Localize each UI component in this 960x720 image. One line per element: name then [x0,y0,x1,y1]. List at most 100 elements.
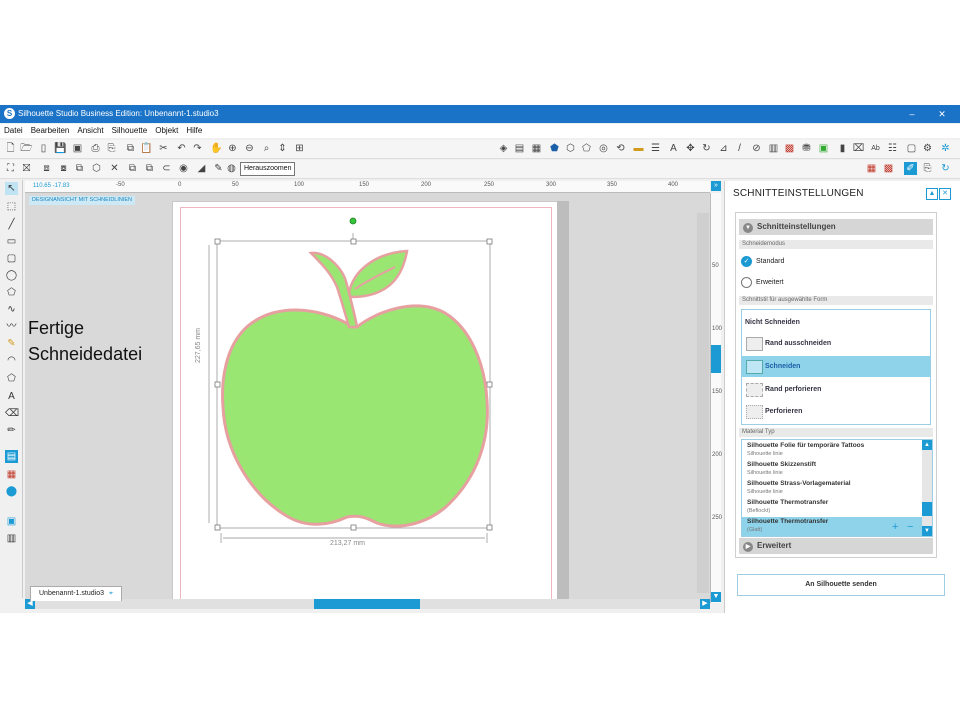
modify-icon[interactable]: ◎ [597,142,610,155]
material-item[interactable]: Silhouette Thermotransfer (Beflockt) [742,498,922,517]
material-scroll-down-icon[interactable]: ▼ [922,526,932,536]
menu-datei[interactable]: Datei [0,124,27,135]
pan-hand-icon[interactable]: ✋ [210,142,223,155]
line-tool-icon[interactable]: ╱ [5,218,18,231]
zoom-out-icon[interactable]: ⊖ [243,142,256,155]
horizontal-scrollbar[interactable]: ◀ ▶ [25,599,710,609]
select-all-icon[interactable]: ⛶ [4,162,17,175]
store-panel-icon[interactable]: ▦ [5,468,18,481]
add-material-button[interactable]: + [892,522,898,533]
standard-radio[interactable]: ✓ [741,256,752,267]
fill-icon[interactable]: ◈ [497,142,510,155]
texture-icon[interactable]: ◍ [225,162,238,175]
resize-handle[interactable] [486,524,493,531]
deselect-icon[interactable]: ⛝ [20,162,33,175]
grid-panel-icon[interactable]: ▥ [5,532,18,545]
weld-icon[interactable]: ⊂ [160,162,173,175]
new-page-icon[interactable]: ▯ [37,142,50,155]
ellipse-tool-icon[interactable]: ◯ [5,269,18,282]
library-icon[interactable]: ▩ [783,142,796,155]
rotate-icon[interactable]: ↻ [700,142,713,155]
offset-icon[interactable]: ⬡ [564,142,577,155]
scroll-right-icon[interactable]: ▶ [700,599,710,609]
cut-settings-icon[interactable]: ⌧ [852,142,865,155]
scroll-down-icon[interactable]: ▼ [711,592,721,602]
polygon-tool-icon[interactable]: ⬠ [5,286,18,299]
material-scrollbar[interactable]: ▲ ▼ [922,440,932,536]
menu-objekt[interactable]: Objekt [151,124,182,135]
material-item[interactable]: Silhouette Folie für temporäre Tattoos S… [742,441,922,460]
apple-leaf[interactable] [347,249,409,299]
knife-tool-left-icon[interactable]: ✏ [5,424,18,437]
rectangle-tool-icon[interactable]: ▭ [5,235,18,248]
apple-artwork[interactable] [25,193,710,599]
cloud-panel-icon[interactable]: ⬤ [5,485,18,498]
document-tab[interactable]: Unbenannt-1.studio3 ⌖ [30,586,122,601]
brush-icon[interactable]: ✎ [212,162,225,175]
layers-icon[interactable]: ☷ [886,142,899,155]
shape-icon[interactable]: ⬟ [548,142,561,155]
menu-hilfe[interactable]: Hilfe [182,124,206,135]
new-file-icon[interactable]: 🗋 [4,142,17,155]
print-view-icon[interactable]: ▩ [882,162,895,175]
cut-view-icon[interactable]: ✐ [904,162,917,175]
material-scroll-up-icon[interactable]: ▲ [922,440,932,450]
design-view-icon[interactable]: ▦ [865,162,878,175]
sketch-icon[interactable]: ▢ [905,142,918,155]
delete-icon[interactable]: ✕ [108,162,121,175]
pixscan-icon[interactable]: ▥ [767,142,780,155]
cut-option-none[interactable]: Nicht Schneiden [742,312,930,333]
zoom-in-icon[interactable]: ⊕ [226,142,239,155]
menu-silhouette[interactable]: Silhouette [108,124,152,135]
close-button[interactable]: ✕ [930,107,954,121]
open-file-icon[interactable]: 🗁 [20,142,33,155]
apple-body[interactable] [221,304,489,528]
send-back-icon[interactable]: ⧉ [143,162,156,175]
cut-option-cut[interactable]: Schneiden [742,356,930,377]
font-icon[interactable]: Ab [869,142,882,155]
knife-tool-icon[interactable]: ◢ [195,162,208,175]
vertical-scroll-thumb[interactable] [711,345,721,373]
resize-handle[interactable] [350,238,357,245]
send-icon[interactable]: ⎘ [105,142,118,155]
refresh-icon[interactable]: ↻ [939,162,952,175]
replicate-icon[interactable]: ⟲ [614,142,627,155]
line-color-icon[interactable]: ☰ [649,142,662,155]
maximize-button[interactable] [902,107,926,121]
release-icon[interactable]: ⬡ [90,162,103,175]
fill-color-icon[interactable]: ▬ [632,142,645,155]
arc-tool-icon[interactable]: ◠ [5,354,18,367]
bring-front-icon[interactable]: ⧉ [126,162,139,175]
zoom-drag-icon[interactable]: ⇕ [276,142,289,155]
text-style-icon[interactable]: A [667,142,680,155]
rounded-rect-icon[interactable]: ▢ [5,252,18,265]
panel-collapse-up-icon[interactable]: ▲ [926,188,938,200]
resize-handle[interactable] [486,238,493,245]
curve-tool-icon[interactable]: ∿ [5,303,18,316]
library-panel-icon[interactable]: ▤ [5,450,18,463]
page-setup-icon[interactable]: ▤ [513,142,526,155]
section-header[interactable]: ▼ Schnitteinstellungen [739,219,933,235]
design-icon[interactable]: ▣ [817,142,830,155]
group-icon[interactable]: ⧈ [40,162,53,175]
design-canvas[interactable]: DESIGNANSICHT MIT SCHNEIDLINIEN 227,65 m… [25,193,710,601]
menu-bearbeiten[interactable]: Bearbeiten [27,124,74,135]
cut-option-perforate-edge[interactable]: Rand perforieren [742,379,930,400]
undo-icon[interactable]: ↶ [175,142,188,155]
cut-icon[interactable]: ✂ [157,142,170,155]
copy-icon[interactable]: ⧉ [124,142,137,155]
select-tool-icon[interactable]: ↖ [5,182,18,195]
smooth-freehand-icon[interactable]: ✎ [5,337,18,350]
material-item[interactable]: Silhouette Strass-Vorlagematerial Silhou… [742,479,922,498]
resize-handle[interactable] [214,524,221,531]
cut-option-edge[interactable]: Rand ausschneiden [742,333,930,354]
store-icon[interactable]: ⛃ [800,142,813,155]
text-tool-icon[interactable]: A [5,390,18,403]
material-item[interactable]: Silhouette Skizzenstift Silhouette linie [742,460,922,479]
advanced-section-header[interactable]: ▶ Erweitert [739,538,933,554]
trace-icon[interactable]: ⬠ [580,142,593,155]
material-scroll-thumb[interactable] [922,502,932,516]
settings-gear-icon[interactable]: ✲ [939,142,952,155]
view-panel-icon[interactable]: ▣ [5,515,18,528]
redo-icon[interactable]: ↷ [191,142,204,155]
